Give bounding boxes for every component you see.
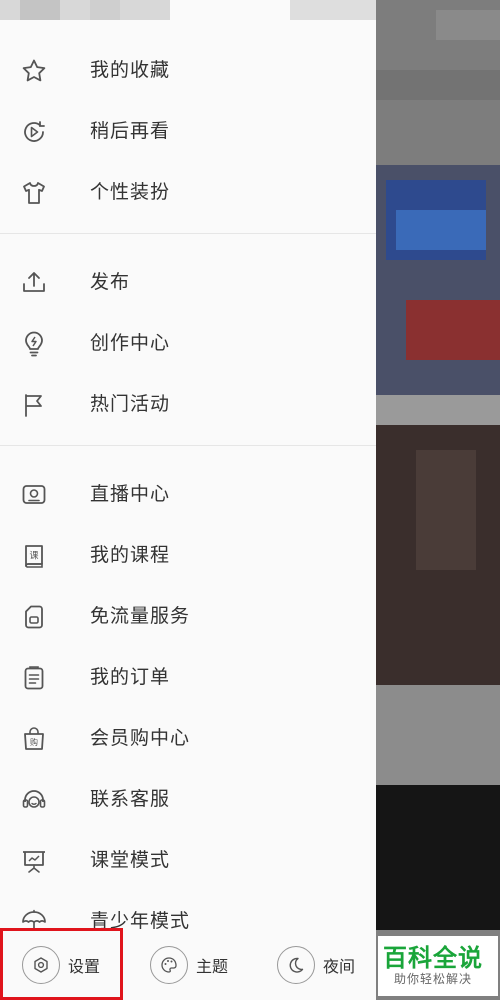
gear-icon xyxy=(22,946,60,984)
side-drawer: 我的收藏 稍后再看 个性装扮 发布 创作中心 热门活动 直播中心 课 我的课程 … xyxy=(0,0,376,1000)
watermark-subtitle: 助你轻松解决 xyxy=(393,972,472,986)
menu-item-label: 发布 xyxy=(90,271,131,293)
menu-item-label: 会员购中心 xyxy=(90,727,191,749)
menu-item-my-orders[interactable]: 我的订单 xyxy=(0,647,376,708)
menu-item-label: 我的课程 xyxy=(90,544,171,566)
menu-item-label: 联系客服 xyxy=(90,788,171,810)
menu-item-label: 创作中心 xyxy=(90,332,171,354)
menu-item-live-center[interactable]: 直播中心 xyxy=(0,464,376,525)
tv-icon xyxy=(20,481,48,509)
menu-item-label: 课堂模式 xyxy=(90,849,171,871)
settings-label: 设置 xyxy=(68,957,101,976)
settings-button[interactable]: 设置 xyxy=(22,938,100,992)
night-label: 夜间 xyxy=(323,957,356,976)
night-mode-button[interactable]: 夜间 xyxy=(277,938,355,992)
menu-item-label: 我的订单 xyxy=(90,666,171,688)
menu-item-hot-events[interactable]: 热门活动 xyxy=(0,374,376,435)
menu-item-classroom-mode[interactable]: 课堂模式 xyxy=(0,830,376,891)
divider xyxy=(0,233,376,234)
menu-item-label: 个性装扮 xyxy=(90,181,171,203)
menu-item-label: 直播中心 xyxy=(90,483,171,505)
headset-icon xyxy=(20,786,48,814)
menu-item-creator-center[interactable]: 创作中心 xyxy=(0,313,376,374)
tshirt-icon xyxy=(20,179,48,207)
menu-item-label: 免流量服务 xyxy=(90,605,191,627)
course-book-icon: 课 xyxy=(20,542,48,570)
drawer-bottom-bar: 设置 主题 夜间 xyxy=(0,930,376,1000)
watermark-title: 百科全说 xyxy=(383,944,483,972)
menu-item-watch-later[interactable]: 稍后再看 xyxy=(0,101,376,162)
theme-label: 主题 xyxy=(196,957,229,976)
order-list-icon xyxy=(20,664,48,692)
menu-item-free-data[interactable]: 免流量服务 xyxy=(0,586,376,647)
menu-item-member-shop[interactable]: 购 会员购中心 xyxy=(0,708,376,769)
theme-button[interactable]: 主题 xyxy=(150,938,228,992)
background-content xyxy=(376,0,500,1000)
menu-item-favorites[interactable]: 我的收藏 xyxy=(0,40,376,101)
drawer-menu: 我的收藏 稍后再看 个性装扮 发布 创作中心 热门活动 直播中心 课 我的课程 … xyxy=(0,40,376,952)
sim-card-icon xyxy=(20,603,48,631)
menu-item-publish[interactable]: 发布 xyxy=(0,252,376,313)
menu-item-label: 热门活动 xyxy=(90,393,171,415)
menu-item-customer-service[interactable]: 联系客服 xyxy=(0,769,376,830)
divider xyxy=(0,445,376,446)
shopping-bag-icon: 购 xyxy=(20,725,48,753)
menu-item-decoration[interactable]: 个性装扮 xyxy=(0,162,376,223)
palette-icon xyxy=(150,946,188,984)
classroom-board-icon xyxy=(20,847,48,875)
play-later-icon xyxy=(20,118,48,146)
menu-item-label: 我的收藏 xyxy=(90,59,171,81)
svg-text:课: 课 xyxy=(29,551,38,562)
lightbulb-icon xyxy=(20,330,48,358)
menu-item-my-courses[interactable]: 课 我的课程 xyxy=(0,525,376,586)
svg-text:购: 购 xyxy=(30,737,38,747)
watermark-logo: 百科全说 助你轻松解决 xyxy=(378,936,498,996)
star-icon xyxy=(20,57,48,85)
upload-icon xyxy=(20,269,48,297)
flag-icon xyxy=(20,391,48,419)
menu-item-label: 稍后再看 xyxy=(90,120,171,142)
status-bar-blurred xyxy=(0,0,376,26)
moon-icon xyxy=(277,946,315,984)
